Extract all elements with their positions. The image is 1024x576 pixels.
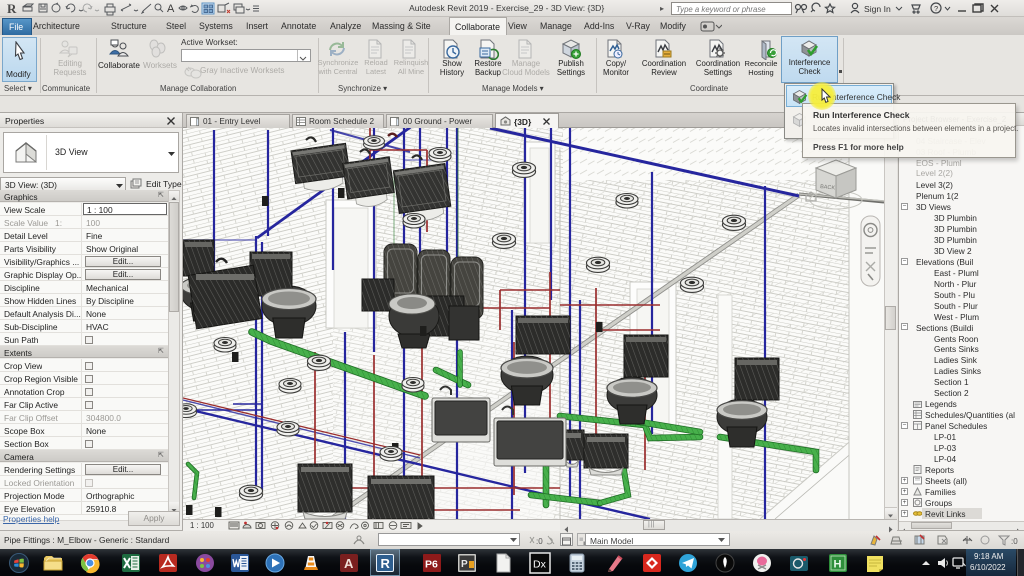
svg-text:A: A bbox=[344, 556, 354, 571]
svg-text:Sign In: Sign In bbox=[864, 4, 891, 14]
svg-text:R: R bbox=[7, 1, 17, 16]
svg-text::0: :0 bbox=[1011, 537, 1018, 546]
svg-text:Dx: Dx bbox=[533, 559, 547, 571]
svg-text:H: H bbox=[834, 559, 842, 571]
svg-text::0: :0 bbox=[536, 537, 543, 546]
svg-text:P: P bbox=[461, 559, 468, 570]
svg-text:A: A bbox=[167, 3, 175, 15]
svg-text:R: R bbox=[381, 556, 391, 571]
svg-text:P6: P6 bbox=[425, 559, 438, 571]
svg-text:?: ? bbox=[934, 4, 938, 13]
